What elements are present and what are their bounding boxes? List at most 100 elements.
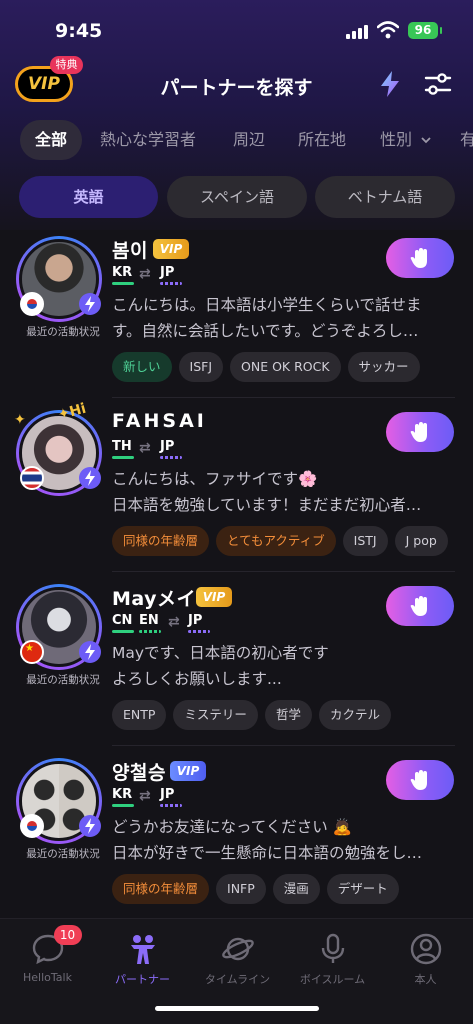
microphone-icon (321, 933, 344, 963)
language-pill-vietnamese[interactable]: ベトナム語 (315, 176, 455, 218)
profile-icon (410, 933, 441, 965)
partner-card[interactable]: 最近の活動状況 봄이 VIP KR ⇄ JP こんにちは。日本語は小学生くらいで… (0, 228, 473, 398)
china-flag-icon: ★ (20, 640, 44, 664)
language-pill-spanish[interactable]: スペイン語 (167, 176, 307, 218)
partner-card[interactable]: 最近の活動状況 양철승 VIP KR ⇄ JP どうかお友達になってください 🙇… (0, 750, 473, 920)
partner-bio: こんにちは、ファサイです🌸 日本語を勉強しています！まだまだ初心者… (112, 470, 422, 514)
filter-sliders-icon[interactable] (424, 72, 452, 96)
wave-hand-icon (410, 596, 427, 616)
tag: サッカー (347, 352, 420, 382)
battery-indicator: 96 (408, 22, 442, 39)
nav-label: HelloTalk (23, 971, 72, 984)
online-status-icon (79, 815, 101, 837)
category-tabs: 全部 熱心な学習者 周辺 所在地 性別 有 (0, 120, 473, 160)
wave-hello-button[interactable] (386, 238, 454, 278)
partner-bio: Mayです、日本語の初心者です よろしくお願いします... (112, 644, 329, 688)
tag: デザート (326, 874, 399, 904)
tag-list: 同様の年齢層 INFP 漫画 デザート (112, 874, 406, 904)
thailand-flag-icon (20, 466, 44, 490)
swap-arrows-icon: ⇄ (139, 266, 151, 282)
activity-status: 最近の活動状況 (26, 848, 100, 860)
tag: とてもアクティブ (216, 526, 336, 556)
wave-hand-icon (410, 422, 427, 442)
tag: J pop (394, 526, 448, 556)
native-language: KR (112, 787, 134, 807)
tag: 同様の年齢層 (112, 526, 210, 556)
tag: ISTJ (342, 526, 388, 556)
partner-name: 봄이 (112, 240, 148, 262)
swap-arrows-icon: ⇄ (139, 788, 151, 804)
wave-hand-icon (410, 770, 427, 790)
language-pill-english[interactable]: 英語 (19, 176, 158, 218)
nav-item-hellotalk[interactable]: 10 HelloTalk (0, 925, 95, 984)
nav-item-partner[interactable]: パートナー (95, 931, 190, 987)
boost-bolt-icon[interactable] (378, 70, 402, 98)
tab-gender-label: 性別 (380, 130, 413, 149)
nav-label: パートナー (115, 973, 170, 986)
vip-chip: VIP (170, 761, 206, 781)
partner-name: 양철승 (112, 762, 166, 784)
tag: INFP (216, 874, 266, 904)
native-language: KR (112, 265, 134, 285)
online-status-icon (79, 467, 101, 489)
online-status-icon (79, 641, 101, 663)
partner-name: FAHSAI (112, 410, 207, 432)
tab-dedicated-learners[interactable]: 熱心な学習者 (100, 120, 196, 160)
tag-list: 同様の年齢層 とてもアクティブ ISTJ J pop (112, 526, 455, 556)
tag-list: ENTP ミステリー 哲学 カクテル (112, 700, 398, 730)
divider (112, 571, 455, 572)
vip-chip: VIP (196, 587, 232, 607)
sparkle-icon: ✦ (14, 412, 26, 428)
partner-card[interactable]: ★ 最近の活動状況 Mayメイ VIP CN EN ⇄ JP Mayです、日本語… (0, 576, 473, 746)
unread-badge: 10 (53, 925, 82, 945)
cellular-signal-icon (346, 25, 370, 39)
tag: ISFJ (178, 352, 224, 382)
tab-more[interactable]: 有 (460, 120, 473, 160)
tab-nearby[interactable]: 周辺 (233, 120, 265, 160)
partners-icon (130, 935, 155, 964)
nav-item-timeline[interactable]: タイムライン (190, 931, 285, 987)
planet-icon (221, 937, 254, 961)
wave-hello-button[interactable] (386, 760, 454, 800)
learning-language: JP (188, 613, 210, 633)
tag: 新しい (112, 352, 172, 382)
vip-perk-badge: 特典 (50, 56, 83, 74)
learning-language: JP (160, 265, 182, 285)
tab-all[interactable]: 全部 (20, 120, 83, 160)
native-language: EN (139, 613, 161, 633)
online-status-icon (79, 293, 101, 315)
nav-label: タイムライン (204, 973, 271, 986)
nav-label: 本人 (414, 973, 437, 986)
chevron-down-icon (421, 137, 431, 144)
learning-language: JP (160, 439, 182, 459)
wave-hello-button[interactable] (386, 586, 454, 626)
wave-hello-button[interactable] (386, 412, 454, 452)
swap-arrows-icon: ⇄ (168, 614, 180, 630)
status-bar: 9:45 96 (0, 0, 473, 60)
tag: ENTP (112, 700, 167, 730)
partner-name: Mayメイ (112, 588, 197, 610)
partner-card[interactable]: ✦Hi ✦ FAHSAI TH ⇄ JP こんにちは、ファサイです🌸 日本語を勉強… (0, 401, 473, 572)
tab-location[interactable]: 所在地 (298, 120, 346, 160)
activity-status: 最近の活動状況 (26, 674, 100, 686)
page-title: パートナーを探す (160, 77, 313, 99)
tag: 哲学 (264, 700, 312, 730)
native-language: CN (112, 613, 134, 633)
divider (112, 745, 455, 746)
korea-flag-icon (20, 814, 44, 838)
status-time: 9:45 (55, 20, 103, 42)
tab-gender[interactable]: 性別 (380, 120, 432, 160)
tag: ONE OK ROCK (230, 352, 341, 382)
swap-arrows-icon: ⇄ (139, 440, 151, 456)
wave-hand-icon (410, 248, 427, 268)
nav-item-voice-room[interactable]: ボイスルーム (285, 931, 380, 987)
tag: カクテル (318, 700, 391, 730)
korea-flag-icon (20, 292, 44, 316)
nav-item-profile[interactable]: 本人 (378, 931, 473, 987)
vip-chip: VIP (153, 239, 189, 259)
partner-bio: どうかお友達になってください 🙇 日本が好きで一生懸命に日本語の勉強をし… (112, 818, 423, 862)
activity-status: 最近の活動状況 (26, 326, 100, 338)
learning-language: JP (160, 787, 182, 807)
tag: 漫画 (272, 874, 320, 904)
native-language: TH (112, 439, 134, 459)
